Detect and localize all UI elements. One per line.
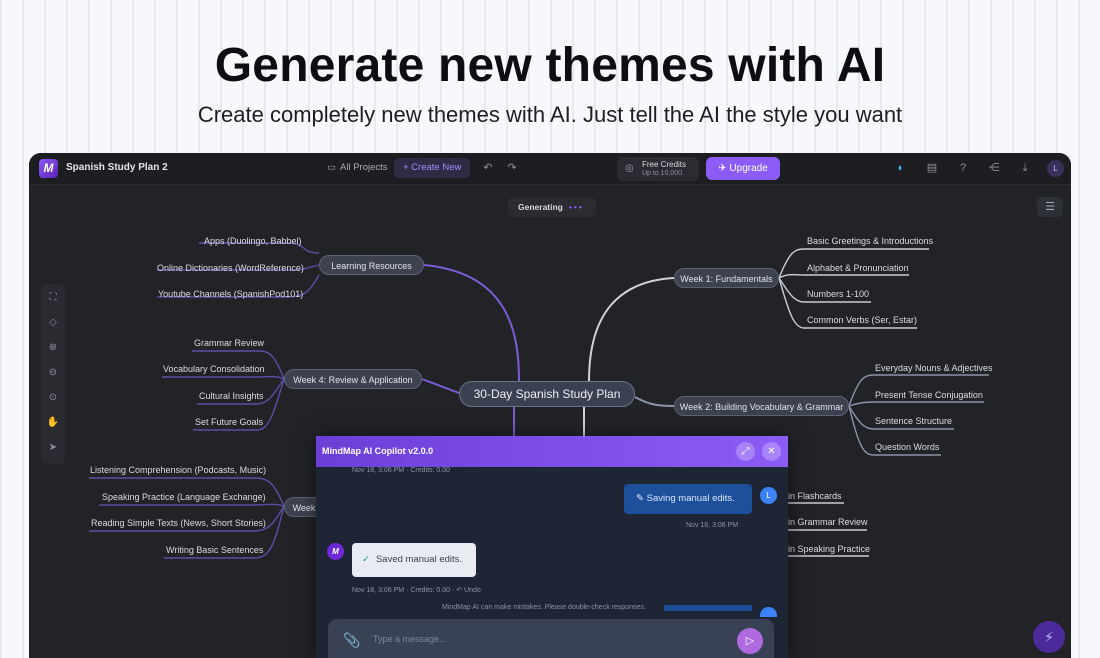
hero-title: Generate new themes with AI xyxy=(214,39,886,92)
map-node[interactable]: Common Verbs (Ser, Estar) xyxy=(807,315,917,325)
map-node[interactable]: Question Words xyxy=(875,442,939,452)
map-node[interactable]: in Grammar Review xyxy=(788,517,868,527)
zoom-reset-icon[interactable]: ⊙ xyxy=(41,392,65,403)
user-message-avatar: L xyxy=(760,487,777,504)
bot-message-bubble: ✓ Saved manual edits. xyxy=(352,543,476,577)
user-message-meta: Nov 18, 3:06 PM xyxy=(686,522,739,529)
hand-tool-icon[interactable]: ✋ xyxy=(41,417,65,428)
lightning-ai-button[interactable]: ⚡ xyxy=(1033,621,1065,653)
map-node[interactable]: Present Tense Conjugation xyxy=(875,390,983,400)
connector xyxy=(423,264,520,382)
user-message-text: Saving manual edits. xyxy=(646,493,735,504)
map-node[interactable]: Set Future Goals xyxy=(195,417,263,427)
connector xyxy=(588,277,675,382)
copilot-title: MindMap AI Copilot v2.0.0 xyxy=(322,446,434,456)
map-node[interactable]: Youtube Channels (SpanishPod101) xyxy=(158,289,303,299)
map-node[interactable]: in Flashcards xyxy=(788,491,842,501)
map-node[interactable]: Sentence Structure xyxy=(875,416,952,426)
map-node[interactable]: Grammar Review xyxy=(194,338,264,348)
bot-avatar: M xyxy=(327,543,344,560)
paperclip-icon[interactable]: 📎 xyxy=(343,632,360,649)
diamond-icon[interactable]: ◇ xyxy=(41,317,65,328)
message-input[interactable]: Type a message... xyxy=(373,634,447,644)
map-node[interactable]: Apps (Duolingo, Babbel) xyxy=(204,236,302,246)
pencil-icon: ✎ xyxy=(636,493,647,504)
left-toolbar: ⛶ ◇ ⊕ ⊖ ⊙ ✋ ➤ xyxy=(41,284,65,464)
ai-disclaimer: MindMap AI can make mistakes. Please dou… xyxy=(442,604,646,611)
zoom-in-icon[interactable]: ⊕ xyxy=(41,342,65,353)
map-node[interactable]: Listening Comprehension (Podcasts, Music… xyxy=(90,465,266,475)
hero-subtitle: Create completely new themes with AI. Ju… xyxy=(197,102,903,127)
connector xyxy=(848,401,984,407)
copilot-header[interactable]: MindMap AI Copilot v2.0.0 ⤢ ✕ xyxy=(316,436,788,467)
partial-user-bubble xyxy=(664,605,752,611)
map-node[interactable]: Numbers 1-100 xyxy=(807,289,869,299)
message-meta: Nov 18, 3:06 PM · Credits: 0.00 xyxy=(352,467,451,474)
branch-node-week-2[interactable]: Week 2: Building Vocabulary & Grammar xyxy=(674,396,849,416)
partial-user-avatar xyxy=(760,607,777,617)
pointer-tool-icon[interactable]: ➤ xyxy=(41,442,65,453)
map-node[interactable]: Everyday Nouns & Adjectives xyxy=(875,363,993,373)
bot-message-text: Saved manual edits. xyxy=(375,554,463,565)
bot-message-meta[interactable]: Nov 18, 3:06 PM · Credits: 0.00 · ↶ Undo xyxy=(352,586,481,594)
close-icon[interactable]: ✕ xyxy=(762,442,781,461)
connector xyxy=(162,375,285,380)
map-node[interactable]: Alphabet & Pronunciation xyxy=(807,263,909,273)
map-node[interactable]: Reading Simple Texts (News, Short Storie… xyxy=(91,518,266,528)
generating-indicator: Generating ••• xyxy=(508,197,596,217)
user-message-bubble: ✎ Saving manual edits. xyxy=(624,484,752,514)
fit-screen-icon[interactable]: ⛶ xyxy=(41,292,65,303)
map-node[interactable]: Basic Greetings & Introductions xyxy=(807,236,933,246)
mindmap-app-window: M Spanish Study Plan 2 ▭ All Projects + … xyxy=(29,153,1071,658)
map-node[interactable]: Vocabulary Consolidation xyxy=(163,364,265,374)
map-node[interactable]: Writing Basic Sentences xyxy=(166,545,263,555)
send-button[interactable]: ▷ xyxy=(737,628,763,654)
generating-label: Generating xyxy=(518,202,563,212)
connector xyxy=(634,396,675,407)
connector xyxy=(421,378,460,394)
zoom-out-icon[interactable]: ⊖ xyxy=(41,367,65,378)
root-node[interactable]: 30-Day Spanish Study Plan xyxy=(459,381,635,407)
ai-copilot-panel: MindMap AI Copilot v2.0.0 ⤢ ✕ Nov 18, 3:… xyxy=(316,436,788,658)
map-node[interactable]: Speaking Practice (Language Exchange) xyxy=(102,492,266,502)
connector xyxy=(778,273,909,279)
connector xyxy=(99,503,285,507)
expand-icon[interactable]: ⤢ xyxy=(736,442,755,461)
message-input-bar[interactable]: 📎 Type a message... ▷ xyxy=(328,619,774,658)
branch-node-week-1[interactable]: Week 1: Fundamentals xyxy=(674,268,779,288)
check-icon: ✓ xyxy=(362,554,370,565)
hamburger-menu-icon[interactable]: ☰ xyxy=(1037,197,1063,217)
loading-dots-icon: ••• xyxy=(568,202,584,212)
branch-node-week-4[interactable]: Week 4: Review & Application xyxy=(284,369,422,389)
map-node[interactable]: in Speaking Practice xyxy=(788,544,870,554)
map-node[interactable]: Cultural Insights xyxy=(199,391,264,401)
map-node[interactable]: Online Dictionaries (WordReference) xyxy=(157,263,304,273)
branch-node-learning-resources[interactable]: Learning Resources xyxy=(319,255,424,275)
